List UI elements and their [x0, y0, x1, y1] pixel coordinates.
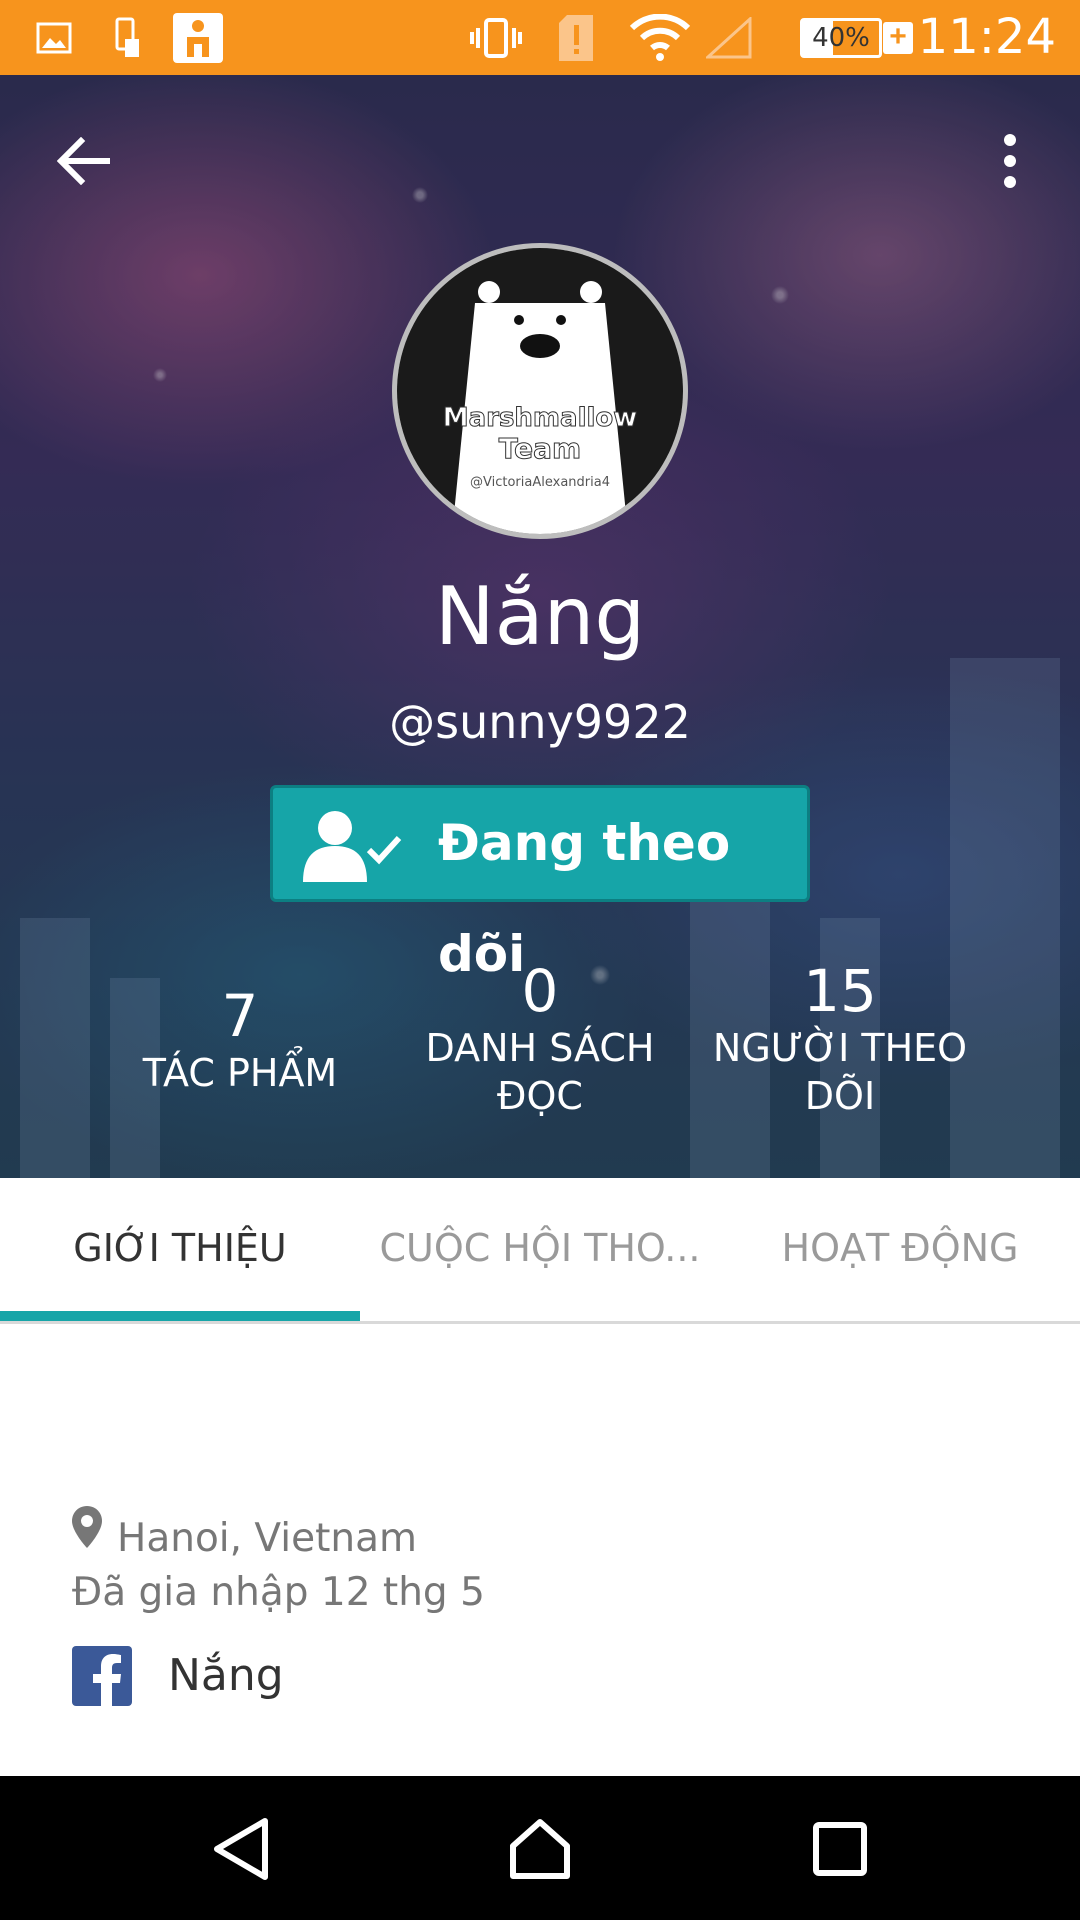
- back-button[interactable]: [48, 125, 120, 197]
- stat-followers-label-1: NGƯỜI THEO: [712, 1026, 968, 1070]
- vibrate-icon: [468, 0, 524, 75]
- arrow-left-icon: [57, 137, 110, 185]
- following-button-label: Đang theo dõi: [438, 814, 731, 983]
- stat-reading-lists-label-2: ĐỌC: [497, 1074, 583, 1118]
- facebook-icon[interactable]: [72, 1646, 132, 1706]
- nav-home-button[interactable]: [495, 1804, 585, 1894]
- profile-tabs: GIỚI THIỆU CUỘC HỘI THO... HOẠT ĐỘNG: [0, 1178, 1080, 1324]
- tab-conversations[interactable]: CUỘC HỘI THO...: [360, 1178, 720, 1318]
- triangle-back-icon: [214, 1818, 268, 1880]
- stat-followers-value: 15: [803, 957, 877, 1025]
- stat-reading-lists-value: 0: [521, 957, 559, 1025]
- battery-percent: 40%: [812, 23, 870, 53]
- battery-icon: 40%: [800, 18, 882, 58]
- sim-alert-icon: [556, 0, 596, 75]
- location-text: Hanoi, Vietnam: [117, 1516, 417, 1561]
- stat-works-label: TÁC PHẨM: [142, 1051, 338, 1095]
- profile-handle: @sunny9922: [389, 695, 691, 749]
- profile-header: Marshmallow Team @VictoriaAlexandria4 Nắ…: [0, 75, 1080, 1178]
- phone-rotate-icon: [108, 0, 144, 75]
- wifi-icon: [630, 0, 690, 75]
- status-time: 11:24: [917, 9, 1056, 65]
- more-options-button[interactable]: [980, 125, 1040, 197]
- avatar-text-2: Team: [499, 432, 581, 465]
- facebook-link[interactable]: Nắng: [168, 1650, 284, 1701]
- tab-indicator: [0, 1311, 360, 1321]
- stat-followers[interactable]: 15 NGƯỜI THEO DÕI: [700, 958, 980, 1120]
- tab-activity[interactable]: HOẠT ĐỘNG: [720, 1178, 1080, 1318]
- tab-about[interactable]: GIỚI THIỆU: [0, 1178, 360, 1318]
- stat-reading-lists[interactable]: 0 DANH SÁCH ĐỌC: [400, 958, 680, 1120]
- profile-name: Nắng: [434, 570, 646, 663]
- avatar[interactable]: Marshmallow Team @VictoriaAlexandria4: [392, 243, 688, 539]
- nav-recents-button[interactable]: [795, 1804, 885, 1894]
- signal-icon: [706, 0, 752, 75]
- charging-icon: +: [883, 22, 913, 54]
- avatar-text-3: @VictoriaAlexandria4: [470, 475, 610, 490]
- home-icon: [510, 1819, 570, 1879]
- nav-back-button[interactable]: [196, 1804, 286, 1894]
- joined-date: Đã gia nhập 12 thg 5: [72, 1570, 485, 1615]
- following-button[interactable]: Đang theo dõi: [270, 785, 810, 983]
- app-icon: [172, 0, 224, 75]
- stat-followers-label-2: DÕI: [804, 1074, 876, 1118]
- about-section: Hanoi, Vietnam Đã gia nhập 12 thg 5 Nắng: [0, 1324, 1080, 1776]
- square-recents-icon: [813, 1822, 867, 1876]
- location-pin-icon: [72, 1506, 102, 1548]
- stat-works-value: 7: [221, 982, 259, 1050]
- navigation-bar: [0, 1776, 1080, 1920]
- stat-works[interactable]: 7 TÁC PHẨM: [110, 983, 370, 1097]
- status-bar: 40% + 11:24: [0, 0, 1080, 75]
- avatar-text-1: Marshmallow: [443, 403, 638, 433]
- more-vert-icon: [1004, 134, 1016, 188]
- image-icon: [34, 0, 74, 75]
- user-check-icon: [303, 811, 402, 882]
- stat-reading-lists-label-1: DANH SÁCH: [425, 1026, 655, 1070]
